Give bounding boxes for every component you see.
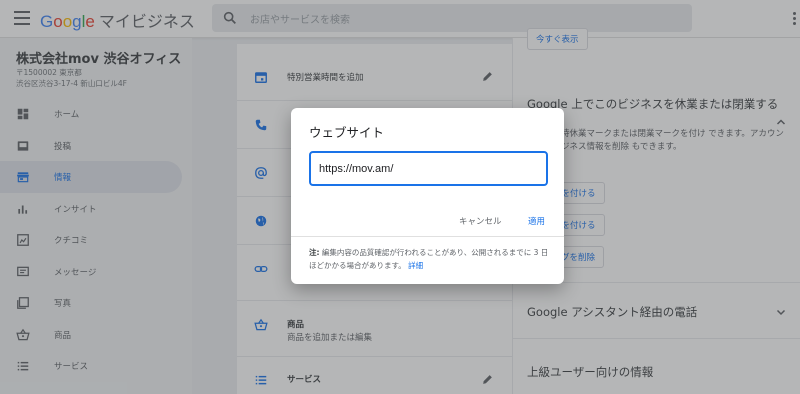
note-label: 注: bbox=[309, 248, 320, 257]
dialog-note: 注: 編集内容の品質確認が行われることがあり、公開されるまでに 3 日ほどかかる… bbox=[309, 246, 553, 272]
website-dialog: ウェブサイト キャンセル 適用 注: 編集内容の品質確認が行われることがあり、公… bbox=[291, 108, 564, 284]
cancel-button[interactable]: キャンセル bbox=[459, 215, 502, 227]
dialog-divider bbox=[291, 236, 564, 237]
website-url-input[interactable] bbox=[319, 161, 539, 177]
learn-more-link[interactable]: 詳細 bbox=[408, 261, 423, 270]
apply-button[interactable]: 適用 bbox=[528, 215, 545, 227]
dialog-title: ウェブサイト bbox=[309, 125, 385, 140]
note-text: 編集内容の品質確認が行われることがあり、公開されるまでに 3 日ほどかかる場合が… bbox=[309, 248, 549, 270]
website-url-field[interactable] bbox=[309, 151, 548, 186]
